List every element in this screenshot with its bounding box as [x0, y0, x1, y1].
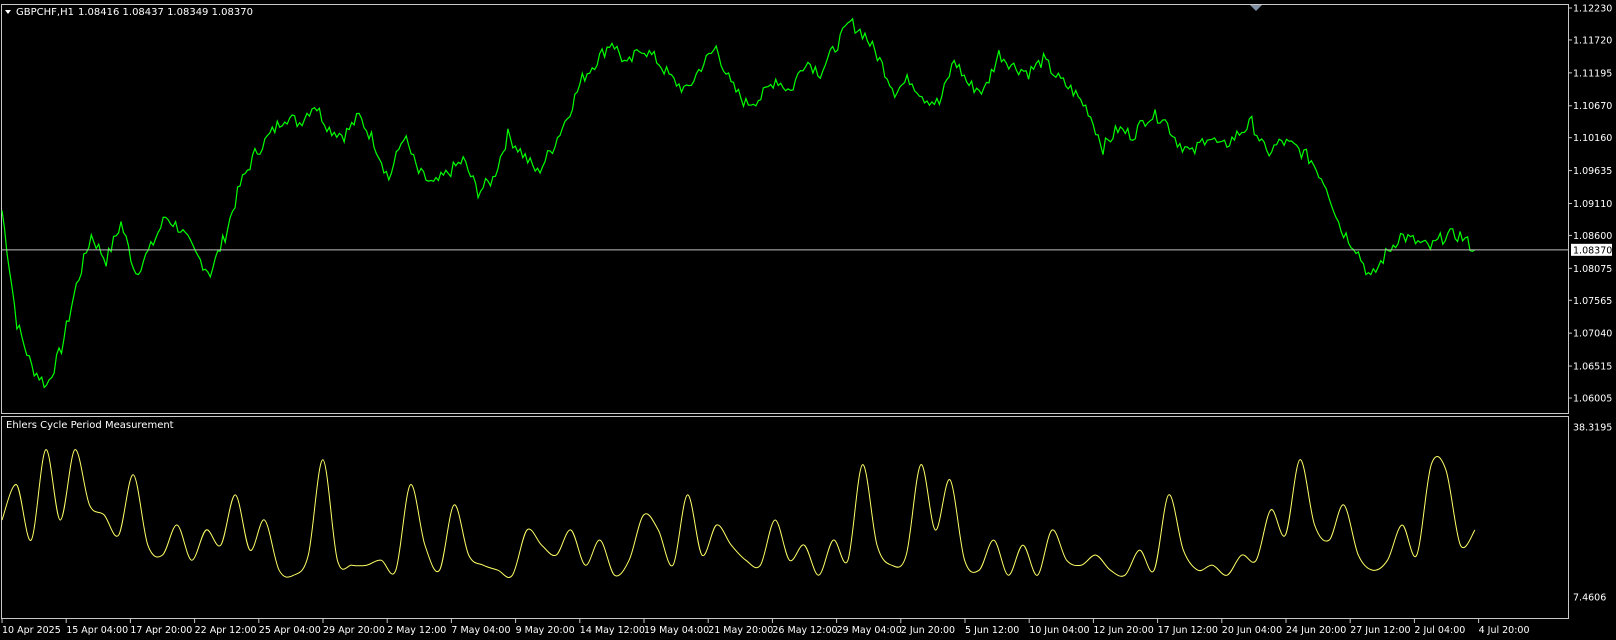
time-tick-label: 5 Jun 12:00: [965, 625, 1019, 636]
price-tick-label: 1.06515: [1573, 362, 1612, 373]
time-tick-label: 21 May 20:00: [708, 625, 773, 636]
time-tick-label: 27 Jun 12:00: [1350, 625, 1410, 636]
price-tick-label: 1.12230: [1573, 4, 1612, 15]
price-tick-label: 1.10670: [1573, 101, 1612, 112]
time-tick-label: 4 Jul 20:00: [1479, 625, 1530, 636]
price-axis: 1.12230 1.11720 1.11195 1.10670 1.10160 1.096…: [1568, 4, 1612, 405]
time-tick-label: 9 May 20:00: [516, 625, 575, 636]
indicator-axis: 38.3195 7.4606: [1573, 423, 1612, 604]
symbol-label: GBPCHF,H1: [16, 7, 74, 18]
price-tick-label: 1.11720: [1573, 35, 1612, 46]
chart-canvas: GBPCHF,H1 1.08416 1.08437 1.08349 1.0837…: [1, 4, 1612, 636]
time-tick-label: 2 May 12:00: [387, 625, 446, 636]
time-tick-label: 10 Jun 04:00: [1029, 625, 1089, 636]
current-price-label: 1.08370: [1573, 245, 1612, 256]
price-tick-label: 1.07565: [1573, 296, 1612, 307]
price-tick-label: 1.08075: [1573, 264, 1612, 275]
time-tick-label: 29 May 04:00: [837, 625, 902, 636]
price-tick-label: 1.10160: [1573, 133, 1612, 144]
time-axis: 10 Apr 2025 15 Apr 04:00 17 Apr 20:00 22 Ap…: [1, 619, 1530, 636]
time-tick-label: 2 Jul 04:00: [1414, 625, 1465, 636]
price-panel-frame: [1, 4, 1569, 414]
time-tick-label: 12 Jun 20:00: [1093, 625, 1153, 636]
time-tick-label: 10 Apr 2025: [2, 625, 61, 636]
time-tick-label: 29 Apr 20:00: [323, 625, 385, 636]
time-tick-label: 15 Apr 04:00: [66, 625, 128, 636]
time-tick-label: 25 Apr 04:00: [259, 625, 321, 636]
indicator-tick-label: 7.4606: [1573, 593, 1606, 604]
time-tick-label: 14 May 12:00: [580, 625, 645, 636]
indicator-panel-frame: [1, 416, 1569, 619]
time-tick-label: 22 Apr 12:00: [195, 625, 257, 636]
price-tick-label: 1.09110: [1573, 199, 1612, 210]
price-tick-label: 1.07040: [1573, 329, 1612, 340]
indicator-title: Ehlers Cycle Period Measurement: [6, 420, 174, 431]
price-tick-label: 1.11195: [1573, 68, 1612, 79]
time-tick-label: 2 Jun 20:00: [901, 625, 955, 636]
time-tick-label: 17 Jun 12:00: [1158, 625, 1218, 636]
time-tick-label: 26 May 12:00: [772, 625, 837, 636]
time-tick-label: 7 May 04:00: [451, 625, 510, 636]
price-tick-label: 1.06005: [1573, 394, 1612, 405]
time-tick-label: 19 May 04:00: [644, 625, 709, 636]
time-tick-label: 17 Apr 20:00: [130, 625, 192, 636]
price-tick-label: 1.09635: [1573, 166, 1612, 177]
time-tick-label: 20 Jun 04:00: [1222, 625, 1282, 636]
symbol-header: GBPCHF,H1 1.08416 1.08437 1.08349 1.0837…: [5, 7, 253, 18]
price-tick-label: 1.08600: [1573, 231, 1612, 242]
indicator-tick-label: 38.3195: [1573, 423, 1612, 434]
ohlc-values: 1.08416 1.08437 1.08349 1.08370: [78, 7, 253, 18]
time-tick-label: 24 Jun 20:00: [1286, 625, 1346, 636]
